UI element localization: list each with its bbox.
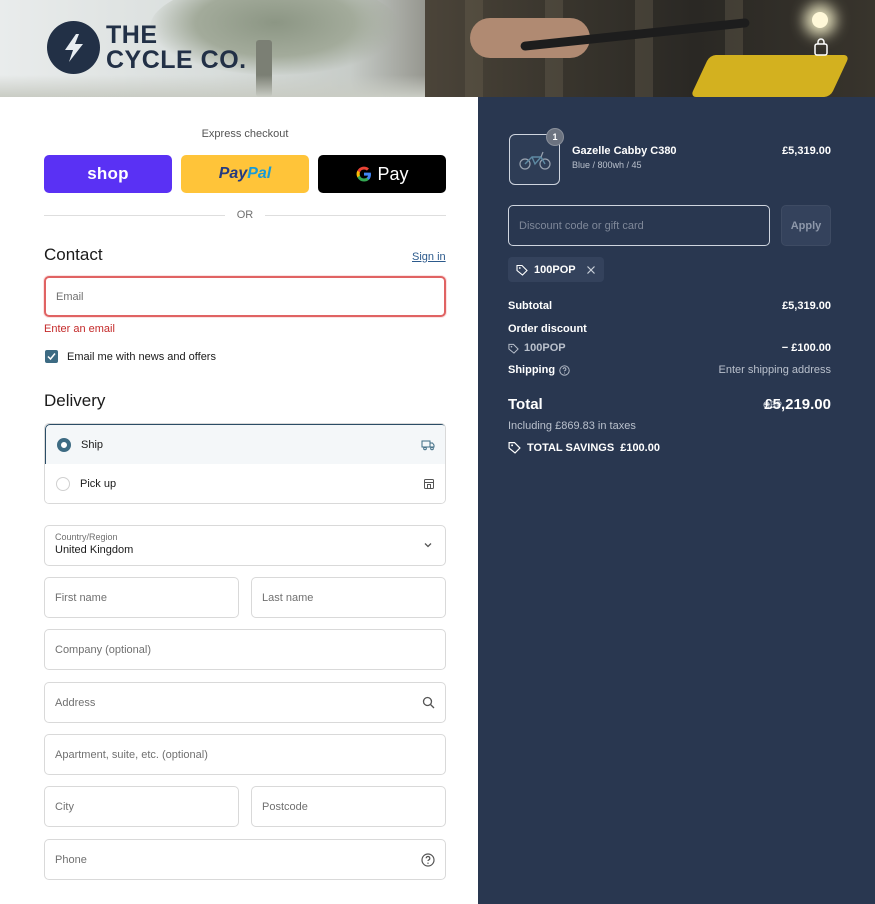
first-name-placeholder: First name [55,591,107,604]
tag-icon [508,442,521,454]
total-label: Total [508,396,543,413]
apartment-placeholder: Apartment, suite, etc. (optional) [55,748,208,761]
shipping-label: Shipping [508,364,556,376]
cart-button[interactable] [810,36,832,58]
product-price: £5,319.00 [782,145,831,157]
product-variant: Blue / 800wh / 45 [572,160,642,170]
store-icon [422,477,436,491]
email-error-text: Enter an email [44,323,115,335]
discount-code-row: 100POP − £100.00 [508,342,831,357]
truck-icon [421,438,435,452]
shop-pay-label: shop [87,164,129,183]
google-pay-button[interactable]: Pay [318,155,446,193]
or-divider: OR [44,209,446,221]
total-savings-value: £100.00 [620,441,660,454]
discount-code-input[interactable]: Discount code or gift card [508,205,770,246]
address-field[interactable]: Address [44,682,446,723]
bike-thumbnail-icon [518,151,551,170]
shop-pay-button[interactable]: shop [44,155,172,193]
shipping-label-group: Shipping [508,364,570,376]
bike-light [812,12,828,28]
order-discount-row: Order discount [508,323,831,335]
order-summary: 1 Gazelle Cabby C380 Blue / 800wh / 45 £… [478,97,875,904]
lightning-bolt-icon [64,33,83,62]
pickup-label: Pick up [80,478,117,490]
product-name: Gazelle Cabby C380 [572,145,677,157]
brand-line-2: CYCLE CO. [106,46,247,74]
help-circle-icon[interactable] [559,364,570,376]
remove-discount-close-icon[interactable] [586,265,596,275]
postcode-placeholder: Postcode [262,800,308,813]
ship-label: Ship [81,438,104,451]
company-field[interactable]: Company (optional) [44,629,446,670]
chevron-down-icon [424,543,432,548]
express-checkout-title: Express checkout [201,128,289,140]
help-circle-icon[interactable] [421,853,435,867]
total-value: £5,219.00 [764,396,831,413]
discount-code-label: 100POP [524,342,566,354]
bike-frame [690,55,850,97]
discount-amount: − £100.00 [781,342,831,354]
subtotal-value: £5,319.00 [782,300,831,312]
paypal-label: PayPal [218,165,272,182]
paypal-button[interactable]: PayPal [181,155,309,193]
phone-field[interactable]: Phone [44,839,446,880]
delivery-heading: Delivery [44,391,106,410]
newsletter-label: Email me with news and offers [67,351,216,363]
applied-discount-tag: 100POP [508,257,604,282]
apply-discount-button[interactable]: Apply [781,205,831,246]
country-select[interactable]: Country/Region United Kingdom [44,525,446,566]
last-name-placeholder: Last name [262,591,314,604]
tag-icon [508,343,519,354]
total-savings-row: TOTAL SAVINGS £100.00 [508,441,831,454]
contact-heading: Contact [44,245,103,264]
brand-line-1: THE [106,21,158,49]
city-field[interactable]: City [44,786,239,827]
country-label: Country/Region [55,532,118,542]
checkmark-icon [47,353,56,361]
newsletter-checkbox[interactable] [45,350,58,363]
delivery-option-pickup[interactable]: Pick up [45,464,445,503]
google-pay-label: Pay [377,163,409,184]
email-field[interactable]: Email [44,276,446,317]
or-label: OR [236,209,254,221]
postcode-field[interactable]: Postcode [251,786,446,827]
sign-in-link[interactable]: Sign in [412,251,446,263]
google-g-icon [357,166,372,182]
shipping-row: Shipping Enter shipping address [508,364,831,376]
country-value: United Kingdom [55,544,134,556]
apartment-field[interactable]: Apartment, suite, etc. (optional) [44,734,446,775]
pickup-radio[interactable] [56,477,70,491]
phone-placeholder: Phone [55,853,87,866]
subtotal-label: Subtotal [508,300,552,312]
checkout-form: Express checkout shop PayPal Pay OR Cont… [0,97,478,904]
total-savings-label: TOTAL SAVINGS [527,441,615,454]
last-name-field[interactable]: Last name [251,577,446,618]
search-icon [422,696,435,709]
email-placeholder: Email [56,290,84,303]
order-discount-label: Order discount [508,323,587,335]
tag-icon [516,264,528,276]
ship-radio[interactable] [57,437,71,452]
discount-placeholder: Discount code or gift card [519,219,644,232]
header-banner: THE CYCLE CO. [0,0,875,97]
quantity-badge: 1 [546,128,564,146]
address-placeholder: Address [55,696,96,709]
brand-logo[interactable] [47,21,100,74]
shopping-bag-icon [814,38,828,56]
first-name-field[interactable]: First name [44,577,239,618]
subtotal-row: Subtotal £5,319.00 [508,300,831,312]
brand-name[interactable]: THE CYCLE CO. [106,23,247,73]
taxes-note: Including £869.83 in taxes [508,420,636,432]
city-placeholder: City [55,800,74,813]
discount-code-line: 100POP [508,342,566,354]
delivery-method-group: Ship Pick up [44,423,446,504]
shipping-value: Enter shipping address [718,364,831,376]
company-placeholder: Company (optional) [55,643,151,656]
applied-code-label: 100POP [534,263,576,276]
banner-ground [0,75,430,97]
delivery-option-ship[interactable]: Ship [45,424,445,465]
